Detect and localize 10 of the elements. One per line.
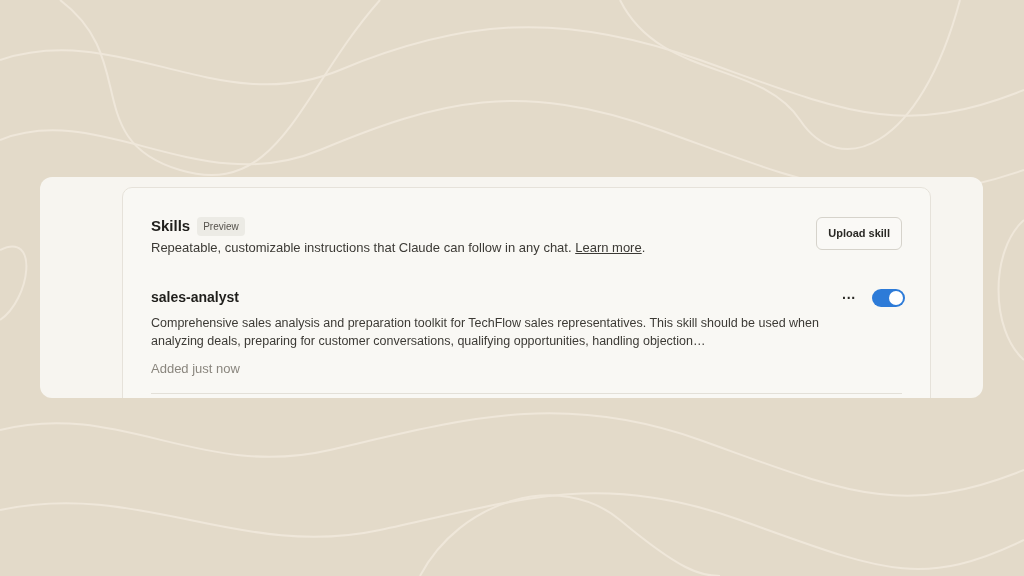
skill-name: sales-analyst [151, 288, 240, 307]
learn-more-link[interactable]: Learn more [575, 239, 642, 255]
upload-skill-button[interactable]: Upload skill [816, 217, 902, 250]
section-title: Skills [151, 216, 191, 236]
added-time: Added just now [151, 360, 241, 378]
preview-badge: Preview [197, 216, 245, 236]
section-description: Repeatable, customizable instructions that Claude can follow in any chat. Learn more. [151, 238, 647, 257]
skill-toggle[interactable] [872, 289, 905, 307]
skill-description: Comprehensive sales analysis and preparation toolkit for TechFlow sales representatives. This skill should be used when analyzing deals, preparing for customer conversations, qualifying opportunities, handling objection… [151, 315, 820, 350]
more-options-button[interactable]: ··· [842, 289, 856, 307]
